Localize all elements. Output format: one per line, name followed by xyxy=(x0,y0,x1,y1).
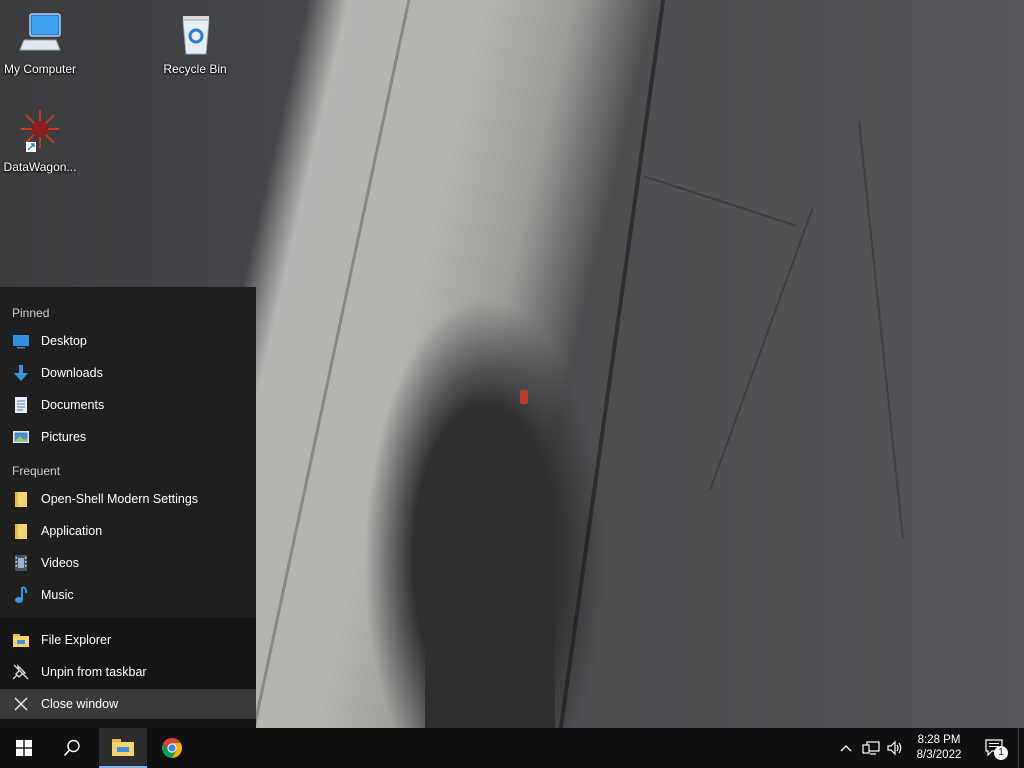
jumplist-item-unpin-from-taskbar[interactable]: Unpin from taskbar xyxy=(0,657,256,687)
file-explorer-icon xyxy=(112,739,134,756)
taskbar-chrome[interactable] xyxy=(148,728,196,768)
jumplist-item-pictures[interactable]: Pictures xyxy=(0,422,256,452)
music-icon xyxy=(12,586,30,604)
taskbar-jump-list: Pinned Desktop Downloads Documents Pictu… xyxy=(0,287,256,728)
search-button[interactable] xyxy=(48,728,96,768)
action-center-button[interactable]: 1 xyxy=(978,728,1012,768)
jumplist-item-label: Music xyxy=(41,588,74,602)
file-explorer-icon xyxy=(12,631,30,649)
jumplist-tasks-section: File Explorer Unpin from taskbar Close w… xyxy=(0,618,256,728)
network-button[interactable] xyxy=(860,728,882,768)
taskbar: 8:28 PM 8/3/2022 1 xyxy=(0,728,1024,768)
folder-icon xyxy=(12,490,30,508)
folder-icon xyxy=(12,522,30,540)
jumplist-item-open-shell-modern-settings[interactable]: Open-Shell Modern Settings xyxy=(0,484,256,514)
show-hidden-icons-button[interactable] xyxy=(836,728,856,768)
search-icon xyxy=(63,739,80,757)
recycle-bin-icon xyxy=(171,10,219,58)
network-icon xyxy=(862,741,880,755)
jumplist-item-label: Downloads xyxy=(41,366,103,380)
volume-icon xyxy=(887,740,902,756)
pinned-section-title: Pinned xyxy=(12,306,50,320)
frequent-section-title: Frequent xyxy=(12,464,61,478)
jumplist-item-application[interactable]: Application xyxy=(0,516,256,546)
windows-logo-icon xyxy=(16,740,32,756)
datawagon-icon xyxy=(16,108,64,156)
datawagon-shortcut[interactable]: DataWagon... xyxy=(0,108,80,174)
taskbar-file-explorer[interactable] xyxy=(99,728,147,768)
jumplist-item-downloads[interactable]: Downloads xyxy=(0,358,256,388)
jumplist-item-desktop[interactable]: Desktop xyxy=(0,326,256,356)
my-computer-shortcut[interactable]: My Computer xyxy=(0,10,80,76)
computer-icon xyxy=(16,10,64,58)
jumplist-item-file-explorer[interactable]: File Explorer xyxy=(0,625,256,655)
jumplist-item-label: File Explorer xyxy=(41,633,112,647)
chrome-icon xyxy=(162,738,182,758)
unpin-icon xyxy=(12,663,30,681)
recycle-bin-shortcut[interactable]: Recycle Bin xyxy=(155,10,235,76)
videos-icon xyxy=(12,554,30,572)
downloads-icon xyxy=(12,364,30,382)
datawagon-label: DataWagon... xyxy=(3,160,77,174)
desktop-icon xyxy=(12,332,30,350)
start-button[interactable] xyxy=(0,728,48,768)
clock-date: 8/3/2022 xyxy=(916,749,962,761)
jumplist-item-music[interactable]: Music xyxy=(0,580,256,610)
jumplist-item-videos[interactable]: Videos xyxy=(0,548,256,578)
jumplist-item-label: Open-Shell Modern Settings xyxy=(41,492,199,506)
chevron-up-icon xyxy=(840,745,852,752)
jumplist-item-label: Documents xyxy=(41,398,105,412)
documents-icon xyxy=(12,396,30,414)
jumplist-item-documents[interactable]: Documents xyxy=(0,390,256,420)
pictures-icon xyxy=(12,428,30,446)
jumplist-item-label: Unpin from taskbar xyxy=(41,665,147,679)
jumplist-item-close-window[interactable]: Close window xyxy=(0,689,256,719)
volume-button[interactable] xyxy=(884,728,906,768)
show-desktop-button[interactable] xyxy=(1018,728,1024,768)
jumplist-item-label: Close window xyxy=(41,697,119,711)
clock-button[interactable]: 8:28 PM 8/3/2022 xyxy=(908,728,970,768)
recycle-bin-label: Recycle Bin xyxy=(163,62,227,76)
my-computer-label: My Computer xyxy=(3,62,77,76)
clock-time: 8:28 PM xyxy=(917,734,961,746)
jumplist-item-label: Pictures xyxy=(41,430,87,444)
jumplist-item-label: Videos xyxy=(41,556,79,570)
jumplist-item-label: Application xyxy=(41,524,103,538)
notification-badge: 1 xyxy=(994,746,1008,760)
jumplist-item-label: Desktop xyxy=(41,334,87,348)
close-icon xyxy=(12,695,30,713)
